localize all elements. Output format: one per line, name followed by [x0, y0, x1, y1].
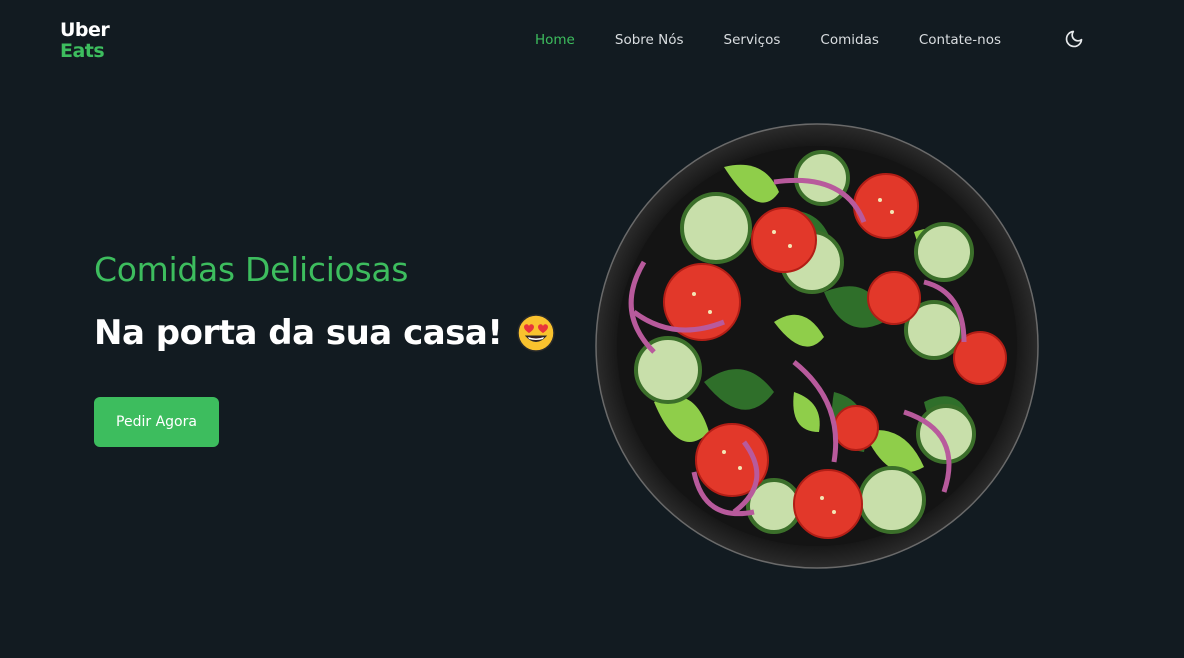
page: Uber Eats Home Sobre Nós Serviços Comida…: [0, 0, 1184, 658]
hero-subtitle: Na porta da sua casa!: [94, 313, 556, 353]
salad-bowl-image: [594, 122, 1040, 570]
heart-eyes-emoji: [516, 313, 556, 353]
order-now-button[interactable]: Pedir Agora: [94, 397, 219, 447]
hero-subtitle-text: Na porta da sua casa!: [94, 313, 503, 353]
nav-item-sobre-nos[interactable]: Sobre Nós: [615, 32, 684, 48]
logo-line-1: Uber: [60, 19, 110, 41]
logo[interactable]: Uber Eats: [60, 19, 110, 62]
moon-icon[interactable]: [1064, 29, 1084, 49]
nav-item-contate-nos[interactable]: Contate-nos: [919, 32, 1001, 48]
hero-title: Comidas Deliciosas: [94, 250, 409, 289]
nav-item-home[interactable]: Home: [535, 32, 575, 48]
main-nav: Home Sobre Nós Serviços Comidas Contate-…: [535, 30, 1041, 50]
nav-item-servicos[interactable]: Serviços: [724, 32, 781, 48]
nav-item-comidas[interactable]: Comidas: [820, 32, 878, 48]
logo-line-2: Eats: [60, 40, 105, 62]
